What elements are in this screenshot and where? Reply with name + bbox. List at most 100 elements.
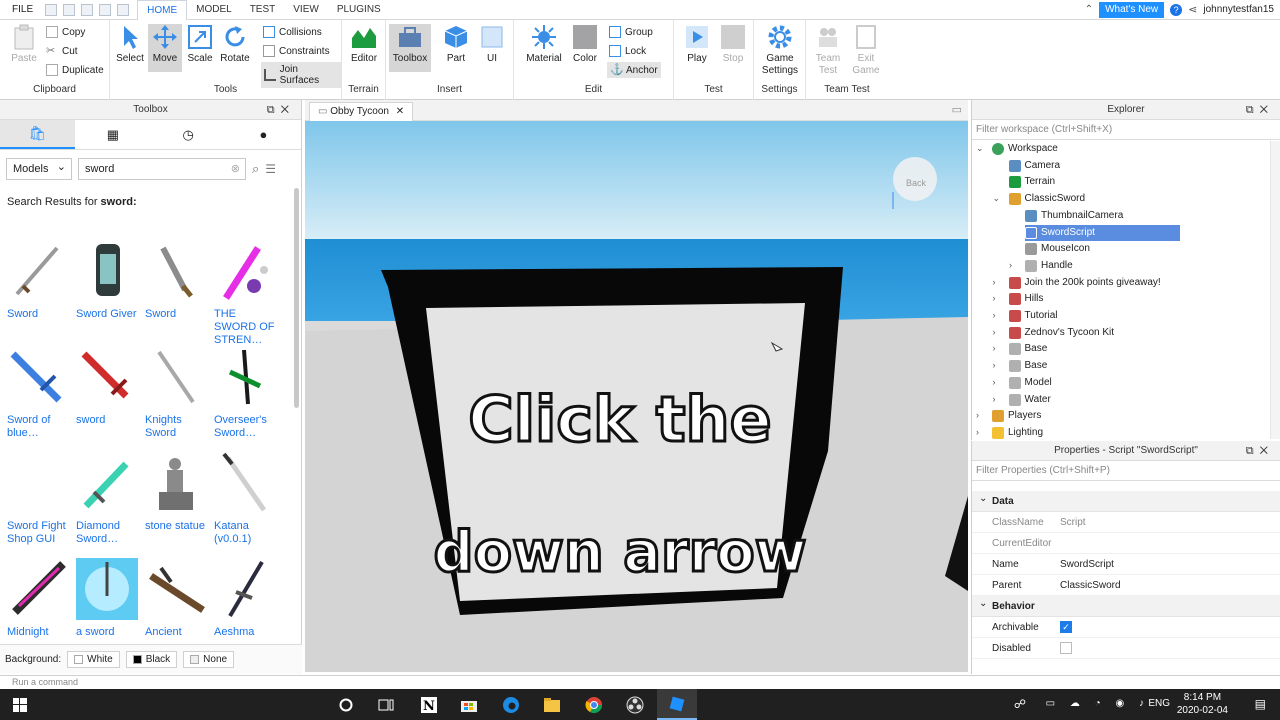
exit-game-button[interactable]: Exit Game bbox=[850, 24, 882, 77]
explorer-filter-input[interactable]: Filter workspace (Ctrl+Shift+X) bbox=[972, 120, 1280, 140]
prop-name[interactable]: Name SwordScript bbox=[972, 554, 1280, 575]
anchor-toggle[interactable]: ⚓ Anchor bbox=[607, 62, 661, 78]
cortana-icon[interactable] bbox=[326, 689, 366, 720]
select-button[interactable]: Select bbox=[115, 24, 145, 64]
properties-filter-input[interactable]: Filter Properties (Ctrl+Shift+P) bbox=[972, 461, 1280, 481]
close-icon[interactable]: ✕ bbox=[1260, 104, 1274, 116]
stop-icon[interactable] bbox=[117, 3, 130, 16]
tab-model[interactable]: MODEL bbox=[187, 0, 241, 20]
tab-home[interactable]: HOME bbox=[137, 0, 188, 20]
undock-icon[interactable]: ⧉ bbox=[1246, 445, 1260, 457]
toolbox-result-item[interactable]: Knights Sword bbox=[145, 346, 211, 440]
explorer-item[interactable]: Workspace bbox=[992, 141, 1058, 157]
file-explorer-icon[interactable] bbox=[532, 689, 572, 720]
rotate-button[interactable]: Rotate bbox=[218, 24, 252, 64]
toolbox-result-item[interactable]: Sword bbox=[145, 240, 211, 321]
toolbox-result-item[interactable]: Katana (v0.0.1) bbox=[214, 452, 280, 546]
people-icon[interactable]: ☍ bbox=[1014, 697, 1026, 711]
explorer-item[interactable]: Join the 200k points giveaway! bbox=[1008, 275, 1161, 291]
expand-arrow-icon[interactable]: › bbox=[993, 394, 996, 404]
whats-new-button[interactable]: What's New bbox=[1099, 1, 1165, 18]
toolbox-result-item[interactable]: THE SWORD OF STREN… bbox=[214, 240, 280, 347]
paste-button[interactable]: Paste bbox=[8, 24, 40, 64]
explorer-item[interactable]: MouseIcon bbox=[1025, 241, 1090, 257]
toolbox-button[interactable]: Toolbox bbox=[389, 24, 431, 72]
explorer-item[interactable]: Zednov's Tycoon Kit bbox=[1008, 325, 1114, 341]
tab-plugins[interactable]: PLUGINS bbox=[328, 0, 390, 20]
toolbox-result-item[interactable]: stone statue bbox=[145, 452, 211, 533]
expand-arrow-icon[interactable]: ⌄ bbox=[976, 143, 984, 154]
toolbox-result-item[interactable]: Sword bbox=[7, 240, 73, 321]
expand-arrow-icon[interactable]: ⌄ bbox=[993, 193, 1001, 204]
command-bar-input[interactable]: Run a command bbox=[0, 675, 1280, 689]
explorer-item[interactable]: SwordScript bbox=[1025, 224, 1180, 241]
clear-search-icon[interactable]: ⊗ bbox=[231, 159, 240, 179]
explorer-scrollbar[interactable] bbox=[1270, 141, 1280, 439]
section-data[interactable]: Data bbox=[972, 488, 1280, 512]
terrain-editor-button[interactable]: Editor bbox=[348, 24, 380, 64]
roblox-studio-icon[interactable] bbox=[657, 689, 697, 720]
explorer-item[interactable]: Base bbox=[1008, 341, 1047, 357]
expand-arrow-icon[interactable]: › bbox=[993, 360, 996, 370]
bg-white-button[interactable]: White bbox=[67, 651, 120, 668]
material-button[interactable]: Material bbox=[524, 24, 564, 64]
maximize-view-icon[interactable]: ▭ bbox=[952, 103, 962, 116]
toolbox-result-item[interactable]: Aeshma bbox=[214, 558, 280, 639]
toolbox-result-item[interactable]: Overseer's Sword… bbox=[214, 346, 280, 440]
bg-black-button[interactable]: Black bbox=[125, 651, 178, 668]
collisions-toggle[interactable]: Collisions bbox=[263, 26, 322, 38]
explorer-item[interactable]: Tutorial bbox=[1008, 308, 1057, 324]
cut-button[interactable]: ✂ Cut bbox=[46, 45, 78, 57]
expand-arrow-icon[interactable]: › bbox=[976, 410, 979, 420]
expand-arrow-icon[interactable]: › bbox=[1009, 260, 1012, 270]
username[interactable]: johnnytestfan15 bbox=[1203, 4, 1274, 15]
stop-button[interactable]: Stop bbox=[718, 24, 748, 64]
ui-button[interactable]: UI bbox=[478, 24, 506, 64]
windows-start-icon[interactable] bbox=[0, 689, 40, 720]
team-test-button[interactable]: Team Test bbox=[812, 24, 844, 77]
store-icon[interactable] bbox=[449, 689, 489, 720]
search-icon[interactable]: ⌕ bbox=[252, 161, 259, 177]
color-button[interactable]: Color bbox=[570, 24, 600, 64]
toolbox-result-item[interactable]: Midnight bbox=[7, 558, 73, 639]
explorer-item[interactable]: Base bbox=[1008, 358, 1047, 374]
task-view-icon[interactable] bbox=[366, 689, 406, 720]
filter-options-icon[interactable]: ☰ bbox=[265, 162, 276, 176]
notifications-icon[interactable]: ▤ bbox=[1255, 697, 1266, 711]
edge-icon[interactable] bbox=[491, 689, 531, 720]
clock[interactable]: 8:14 PM 2020-02-04 bbox=[1177, 691, 1228, 717]
undock-icon[interactable]: ⧉ bbox=[1246, 104, 1260, 116]
category-dropdown[interactable]: Models bbox=[6, 157, 72, 180]
chrome-icon[interactable] bbox=[574, 689, 614, 720]
undock-icon[interactable]: ⧉ bbox=[267, 104, 281, 116]
close-icon[interactable]: ✕ bbox=[281, 104, 295, 116]
lock-button[interactable]: Lock bbox=[609, 45, 646, 57]
constraints-toggle[interactable]: Constraints bbox=[263, 45, 330, 57]
close-icon[interactable]: ✕ bbox=[1260, 445, 1274, 457]
undo-icon[interactable] bbox=[63, 3, 76, 16]
new-file-icon[interactable] bbox=[45, 3, 58, 16]
toolbox-search-input[interactable]: sword ⊗ bbox=[78, 158, 246, 180]
toolbox-result-item[interactable]: Diamond Sword… bbox=[76, 452, 142, 546]
tab-view[interactable]: VIEW bbox=[284, 0, 328, 20]
explorer-item[interactable]: Hills bbox=[1008, 291, 1043, 307]
tab-recent[interactable]: ◷ bbox=[151, 120, 226, 149]
explorer-item[interactable]: ThumbnailCamera bbox=[1025, 208, 1123, 224]
expand-arrow-icon[interactable]: › bbox=[993, 343, 996, 353]
explorer-item[interactable]: Model bbox=[1008, 375, 1052, 391]
expand-arrow-icon[interactable]: › bbox=[993, 327, 996, 337]
tab-inventory[interactable]: ▦ bbox=[75, 120, 150, 149]
system-tray-icons[interactable]: ▭ ☁ ◔ ◉ ♪ bbox=[1046, 698, 1150, 709]
explorer-item[interactable]: ClassicSword bbox=[1008, 191, 1085, 207]
toolbox-result-item[interactable]: a sword bbox=[76, 558, 142, 639]
scene-render[interactable]: Click the down arrow Back bbox=[305, 121, 968, 672]
toolbox-scrollbar[interactable] bbox=[294, 188, 299, 408]
disabled-checkbox[interactable] bbox=[1060, 642, 1072, 654]
prop-parent[interactable]: Parent ClassicSword bbox=[972, 575, 1280, 596]
bg-none-button[interactable]: None bbox=[183, 651, 235, 668]
3d-viewport[interactable]: Click the down arrow Back bbox=[305, 121, 968, 672]
explorer-item[interactable]: Water bbox=[1008, 392, 1051, 408]
redo-icon[interactable] bbox=[81, 3, 94, 16]
move-button[interactable]: Move bbox=[148, 24, 182, 72]
explorer-item[interactable]: Camera bbox=[1008, 158, 1060, 174]
